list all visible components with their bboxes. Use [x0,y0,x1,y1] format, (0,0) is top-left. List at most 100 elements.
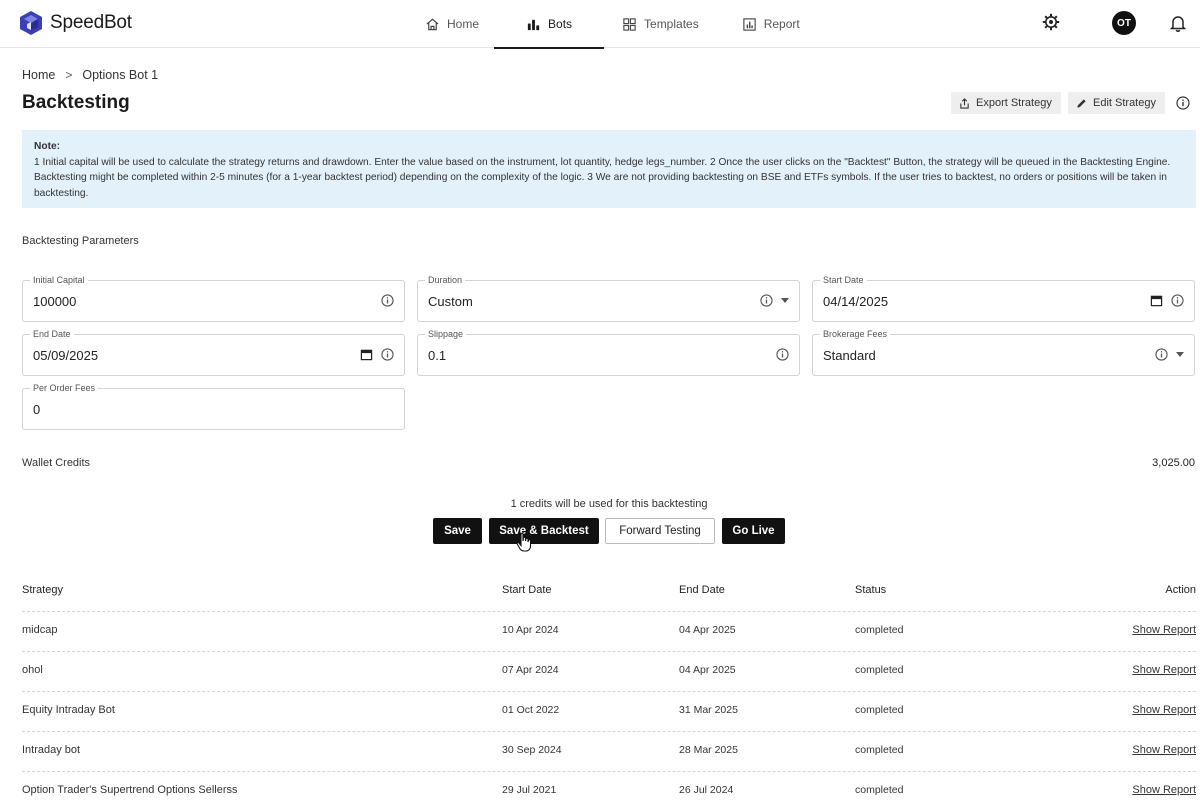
forward-testing-button[interactable]: Forward Testing [605,518,715,544]
go-live-button[interactable]: Go Live [722,518,785,544]
breadcrumb: Home > Options Bot 1 [22,68,158,82]
start-date-field[interactable]: Start Date 04/14/2025 [812,275,1195,322]
slippage-value: 0.1 [428,348,447,363]
brokerage-fees-select[interactable]: Brokerage Fees Standard [812,329,1195,376]
header-start-date[interactable]: Start Date [502,584,552,596]
start-date: 10 Apr 2024 [502,624,559,636]
strategy-name: ohol [22,664,43,676]
avatar[interactable]: OT [1112,11,1136,35]
duration-select[interactable]: Duration Custom [417,275,800,322]
header-end-date[interactable]: End Date [679,584,725,596]
initial-capital-field[interactable]: Initial Capital 100000 [22,275,405,322]
home-icon [426,18,439,30]
edit-strategy-button[interactable]: Edit Strategy [1068,92,1165,114]
end-date: 04 Apr 2025 [679,664,736,676]
show-report-link[interactable]: Show Report [1132,744,1196,756]
end-date: 04 Apr 2025 [679,624,736,636]
status: completed [855,664,904,676]
duration-value: Custom [428,294,473,309]
calendar-icon[interactable] [1150,294,1163,307]
strategy-name: Equity Intraday Bot [22,704,115,716]
status: completed [855,744,904,756]
start-date-value: 04/14/2025 [823,294,889,309]
report-icon [743,17,756,31]
tab-bots[interactable]: Bots [494,0,605,49]
slippage-field[interactable]: Slippage 0.1 [417,329,800,376]
tab-report[interactable]: Report [714,0,815,48]
start-date: 07 Apr 2024 [502,664,559,676]
bell-icon[interactable] [1170,14,1186,32]
end-date: 31 Mar 2025 [679,704,738,716]
tab-home[interactable]: Home [410,0,494,48]
status: completed [855,624,904,636]
hand-cursor-icon [516,532,532,552]
main-nav: Home Bots Templates Report [410,0,815,49]
end-date: 28 Mar 2025 [679,744,738,756]
end-date-field[interactable]: End Date 05/09/2025 [22,329,405,376]
status: completed [855,704,904,716]
show-report-link[interactable]: Show Report [1132,664,1196,676]
table-row: Intraday bot 30 Sep 2024 28 Mar 2025 com… [22,732,1196,772]
tab-bots-label: Bots [548,17,573,31]
strategy-name: midcap [22,624,58,636]
info-icon [381,348,394,361]
edit-strategy-label: Edit Strategy [1093,97,1156,109]
backtest-table: Strategy Start Date End Date Status Acti… [22,578,1196,800]
note-text: 1 Initial capital will be used to calcul… [34,156,1171,199]
export-icon [960,97,969,109]
per-order-fees-field[interactable]: Per Order Fees 0 [22,383,405,430]
breadcrumb-home[interactable]: Home [22,68,55,82]
tab-templates-label: Templates [644,17,699,31]
pencil-icon [1077,98,1086,108]
start-date: 01 Oct 2022 [502,704,560,716]
export-strategy-button[interactable]: Export Strategy [951,92,1061,114]
table-row: ohol 07 Apr 2024 04 Apr 2025 completed S… [22,652,1196,692]
note-title: Note: [34,141,61,152]
brokerage-fees-value: Standard [823,348,876,363]
end-date: 26 Jul 2024 [679,784,734,796]
chevron-down-icon [781,298,789,303]
show-report-link[interactable]: Show Report [1132,704,1196,716]
note-box: Note: 1 Initial capital will be used to … [22,130,1196,208]
save-and-backtest-button[interactable]: Save & Backtest [489,518,599,544]
status: completed [855,784,904,796]
end-date-label: End Date [30,329,74,339]
bar-chart-icon [527,19,540,30]
per-order-fees-label: Per Order Fees [30,383,99,393]
app-name: SpeedBot [50,12,132,33]
per-order-fees-value: 0 [33,402,41,417]
section-label: Backtesting Parameters [22,235,139,247]
start-date: 30 Sep 2024 [502,744,562,756]
export-strategy-label: Export Strategy [976,97,1052,109]
tab-home-label: Home [447,17,480,31]
wallet-credits-label: Wallet Credits [22,457,91,469]
breadcrumb-separator: > [65,68,73,82]
info-icon [760,294,773,307]
tab-report-label: Report [763,17,800,31]
chevron-down-icon [1176,352,1184,357]
table-row: Option Trader's Supertrend Options Selle… [22,772,1196,800]
header-status[interactable]: Status [855,584,886,596]
info-icon[interactable] [1176,96,1190,110]
speedbot-logo-icon [20,11,42,35]
calendar-icon[interactable] [360,348,373,361]
info-icon [1155,348,1168,361]
breadcrumb-current[interactable]: Options Bot 1 [82,68,158,82]
header-strategy[interactable]: Strategy [22,584,63,596]
duration-label: Duration [425,275,466,285]
top-nav-bar: SpeedBot Home Bots Templates Report OT [0,0,1200,49]
slippage-label: Slippage [425,329,467,339]
show-report-link[interactable]: Show Report [1132,624,1196,636]
brand[interactable]: SpeedBot [20,11,132,35]
table-row: midcap 10 Apr 2024 04 Apr 2025 completed… [22,612,1196,652]
grid-icon [623,17,636,31]
tab-templates[interactable]: Templates [604,0,714,48]
credits-note: 1 credits will be used for this backtest… [510,498,708,510]
initial-capital-label: Initial Capital [30,275,88,285]
gear-icon[interactable] [1042,13,1060,31]
info-icon [381,294,394,307]
brokerage-fees-label: Brokerage Fees [820,329,891,339]
wallet-credits-value: 3,025.00 [1152,457,1195,469]
save-button[interactable]: Save [433,518,482,544]
show-report-link[interactable]: Show Report [1132,784,1196,796]
